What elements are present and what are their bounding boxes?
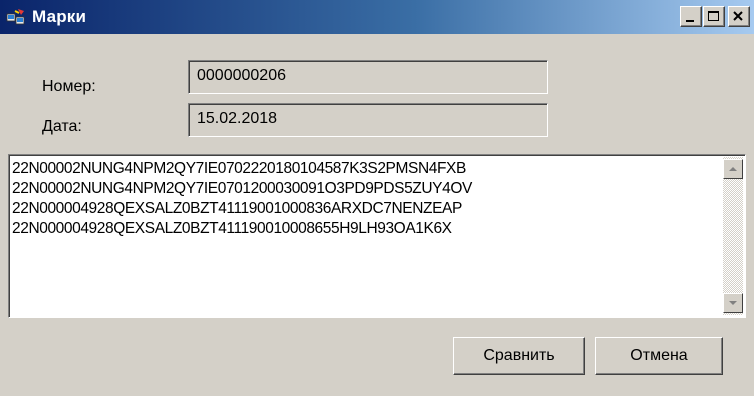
scroll-down-icon: [729, 301, 737, 305]
vertical-scrollbar[interactable]: [723, 157, 743, 315]
number-label: Номер:: [42, 78, 96, 95]
cancel-button[interactable]: Отмена: [595, 337, 723, 375]
minimize-icon: [686, 20, 694, 22]
window-title: Марки: [32, 7, 87, 26]
date-field[interactable]: 15.02.2018: [188, 103, 548, 137]
marks-lines: 22N00002NUNG4NPM2QY7IE0702220180104587K3…: [12, 159, 716, 239]
scroll-down-button[interactable]: [723, 293, 743, 313]
title-bar[interactable]: Марки: [0, 0, 754, 34]
close-icon: [733, 11, 743, 21]
scroll-up-button[interactable]: [723, 159, 743, 179]
close-button[interactable]: [728, 6, 750, 27]
maximize-icon: [708, 11, 719, 21]
mark-line: 22N000004928QEXSALZ0BZT41119001000836ARX…: [12, 200, 462, 217]
maximize-button[interactable]: [703, 6, 725, 27]
mark-line: 22N00002NUNG4NPM2QY7IE0701200030091O3PD9…: [12, 180, 472, 197]
mark-line: 22N000004928QEXSALZ0BZT411190010008655H9…: [12, 220, 452, 237]
mark-line: 22N00002NUNG4NPM2QY7IE0702220180104587K3…: [12, 160, 466, 177]
compare-button[interactable]: Сравнить: [453, 337, 585, 375]
minimize-button[interactable]: [680, 6, 702, 27]
marks-textarea[interactable]: 22N00002NUNG4NPM2QY7IE0702220180104587K3…: [8, 154, 746, 318]
marks-app-icon: [6, 8, 28, 26]
date-label: Дата:: [42, 118, 82, 135]
scroll-up-icon: [729, 167, 737, 171]
number-field[interactable]: 0000000206: [188, 60, 548, 94]
